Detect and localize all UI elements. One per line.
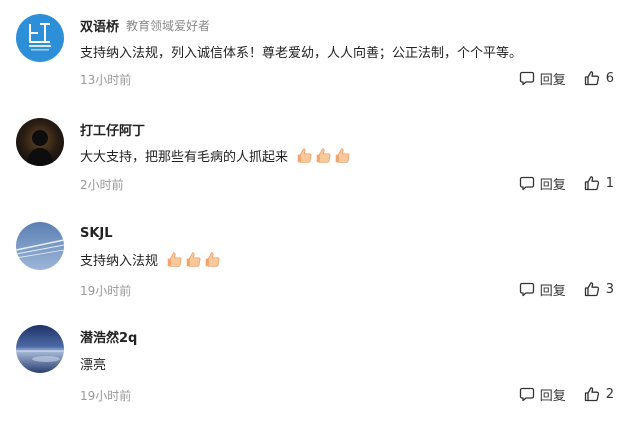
blue-square-logo-avatar-icon <box>16 14 64 62</box>
avatar[interactable] <box>16 118 64 166</box>
thumbs-up-emoji-icon <box>297 147 312 163</box>
author-name[interactable]: 潜浩然2q <box>80 327 137 346</box>
thumbs-up-icon <box>584 71 599 86</box>
comment-bubble-icon <box>519 387 534 402</box>
comment-text: 支持纳入法规 <box>80 253 159 269</box>
like-count: 3 <box>605 281 614 297</box>
reply-label: 回复 <box>539 72 566 88</box>
emoji-group <box>292 147 351 164</box>
reply-button[interactable]: 回复 <box>519 385 566 404</box>
comment-time: 13小时前 <box>80 73 132 87</box>
thumbs-up-icon <box>584 176 599 191</box>
thumbs-up-emoji-icon <box>316 147 331 163</box>
like-button[interactable]: 6 <box>584 70 614 86</box>
comment-bubble-icon <box>519 71 534 86</box>
comment-text: 支持纳入法规，列入诚信体系！尊老爱幼，人人向善；公正法制，个个平等。 <box>80 45 523 61</box>
reply-button[interactable]: 回复 <box>519 280 566 299</box>
reply-label: 回复 <box>539 388 566 404</box>
author-name[interactable]: SKJL <box>80 226 113 241</box>
thumbs-up-icon <box>584 387 599 402</box>
thumbs-up-emoji-icon <box>186 251 201 267</box>
reply-label: 回复 <box>539 283 566 299</box>
comment-bubble-icon <box>519 282 534 297</box>
comment-bubble-icon <box>519 176 534 191</box>
like-button[interactable]: 1 <box>584 175 614 191</box>
author-tag: 教育领域爱好者 <box>126 18 211 33</box>
author-name[interactable]: 双语桥 <box>80 16 119 35</box>
comment-time: 19小时前 <box>80 284 132 298</box>
emoji-group <box>162 251 221 268</box>
sea-horizon-avatar-icon <box>16 325 64 373</box>
thumbs-up-icon <box>584 282 599 297</box>
thumbs-up-emoji-icon <box>205 251 220 267</box>
comment-list: 双语桥 教育领域爱好者 支持纳入法规，列入诚信体系！尊老爱幼，人人向善；公正法制… <box>0 0 638 424</box>
avatar[interactable] <box>16 325 64 373</box>
thumbs-up-emoji-icon <box>167 251 182 267</box>
author-name[interactable]: 打工仔阿丁 <box>80 120 145 139</box>
blue-sky-avatar-icon <box>16 222 64 270</box>
comment-time: 2小时前 <box>80 178 124 192</box>
thumbs-up-emoji-icon <box>335 147 350 163</box>
like-button[interactable]: 2 <box>584 386 614 402</box>
comment-text-row: 支持纳入法规 <box>80 249 221 269</box>
reply-button[interactable]: 回复 <box>519 69 566 88</box>
like-count: 2 <box>605 386 614 402</box>
reply-button[interactable]: 回复 <box>519 174 566 193</box>
comment-time: 19小时前 <box>80 389 132 403</box>
comment-text: 漂亮 <box>80 357 107 373</box>
comment-text-row: 大大支持，把那些有毛病的人抓起来 <box>80 145 351 165</box>
like-count: 6 <box>605 70 614 86</box>
like-button[interactable]: 3 <box>584 281 614 297</box>
avatar[interactable] <box>16 14 64 62</box>
avatar[interactable] <box>16 222 64 270</box>
reply-label: 回复 <box>539 177 566 193</box>
dark-silhouette-avatar-icon <box>16 118 64 166</box>
like-count: 1 <box>605 175 614 191</box>
comment-text: 大大支持，把那些有毛病的人抓起来 <box>80 149 289 165</box>
